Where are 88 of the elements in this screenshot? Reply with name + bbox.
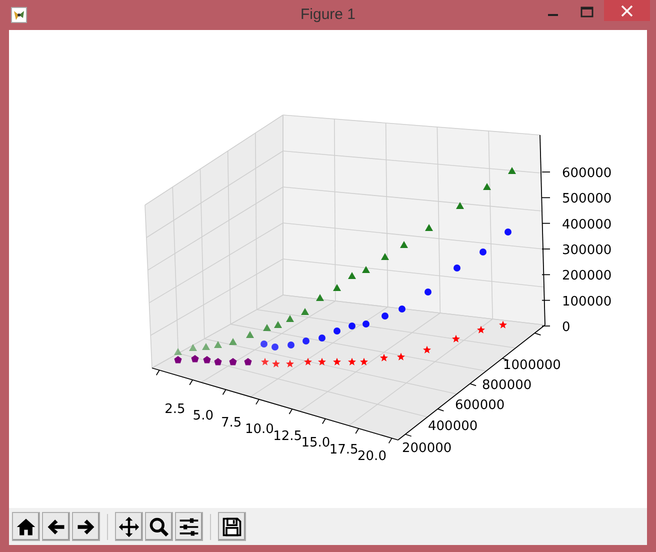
app-icon bbox=[11, 7, 27, 23]
triangle-marker bbox=[381, 253, 389, 260]
pan-button[interactable] bbox=[115, 512, 143, 541]
y-tick-label: 200000 bbox=[402, 441, 452, 456]
sliders-icon bbox=[178, 516, 200, 538]
triangle-marker bbox=[274, 321, 282, 328]
triangle-marker bbox=[316, 294, 324, 301]
z-tick-label: 100000 bbox=[562, 294, 612, 310]
star-marker bbox=[380, 354, 388, 362]
triangle-marker bbox=[263, 324, 271, 331]
star-marker bbox=[261, 358, 269, 366]
x-tick-label: 10.0 bbox=[244, 422, 274, 438]
triangle-marker bbox=[362, 266, 370, 273]
circle-marker bbox=[480, 248, 486, 256]
star-marker bbox=[477, 326, 485, 334]
home-button[interactable] bbox=[12, 512, 40, 541]
triangle-marker bbox=[400, 241, 408, 248]
pentagon-marker bbox=[244, 358, 252, 366]
y-tick-label: 1000000 bbox=[503, 358, 561, 373]
circle-marker bbox=[398, 306, 406, 312]
triangle-marker bbox=[286, 315, 294, 322]
star-marker bbox=[360, 358, 368, 366]
circle-marker bbox=[272, 344, 278, 350]
circle-marker bbox=[348, 322, 356, 330]
x-tick-label: 2.5 bbox=[164, 402, 186, 417]
close-button[interactable] bbox=[604, 0, 650, 21]
triangle-marker bbox=[229, 338, 237, 345]
circle-marker bbox=[504, 228, 512, 236]
forward-button[interactable] bbox=[72, 512, 100, 541]
window-title: Figure 1 bbox=[300, 6, 356, 23]
pentagon-marker bbox=[174, 356, 182, 364]
star-marker bbox=[286, 360, 294, 368]
triangle-marker bbox=[508, 167, 516, 174]
close-icon bbox=[621, 4, 633, 16]
circle-marker bbox=[260, 340, 268, 348]
triangle-marker bbox=[425, 224, 433, 231]
move-icon bbox=[118, 516, 140, 538]
circle-marker bbox=[302, 338, 310, 344]
triangle-marker bbox=[214, 341, 222, 348]
y-tick-label: 400000 bbox=[428, 419, 478, 434]
triangle-marker bbox=[483, 183, 491, 190]
z-tick-label: 600000 bbox=[562, 166, 612, 181]
x-tick-label: 15.0 bbox=[301, 436, 330, 451]
configure-button[interactable] bbox=[175, 512, 203, 541]
triangle-marker bbox=[246, 331, 254, 338]
search-icon bbox=[148, 516, 170, 538]
z-tick-label: 400000 bbox=[562, 217, 612, 232]
circle-marker bbox=[288, 342, 294, 348]
y-tick-label: 600000 bbox=[455, 398, 505, 413]
x-tick-label: 12.5 bbox=[273, 428, 302, 444]
triangle-marker bbox=[301, 308, 309, 315]
z-tick-label: 300000 bbox=[562, 243, 612, 258]
star-marker bbox=[499, 320, 507, 328]
z-tick-label: 500000 bbox=[562, 192, 612, 207]
y-tick-label: 800000 bbox=[482, 378, 532, 393]
triangle-marker bbox=[348, 272, 356, 279]
triangle-marker bbox=[174, 348, 182, 355]
triangle-marker bbox=[333, 284, 341, 291]
star-marker bbox=[272, 360, 280, 368]
star-marker bbox=[348, 358, 356, 366]
circle-marker bbox=[362, 320, 370, 328]
z-tick-label: 0 bbox=[562, 320, 570, 335]
circle-marker bbox=[382, 312, 388, 320]
x-tick-label: 5.0 bbox=[192, 408, 214, 424]
pentagon-marker bbox=[191, 355, 199, 362]
pentagon-marker bbox=[214, 358, 222, 366]
circle-marker bbox=[318, 334, 326, 342]
save-button[interactable] bbox=[218, 512, 246, 541]
triangle-marker bbox=[456, 202, 464, 209]
x-tick-label: 17.5 bbox=[329, 442, 358, 458]
circle-marker bbox=[334, 328, 340, 334]
back-button[interactable] bbox=[42, 512, 70, 541]
star-marker bbox=[452, 334, 460, 342]
triangle-marker bbox=[189, 344, 197, 351]
zoom-button[interactable] bbox=[145, 512, 173, 541]
circle-marker bbox=[424, 288, 432, 296]
x-tick-label: 20.0 bbox=[358, 449, 386, 464]
star-marker bbox=[304, 358, 312, 366]
z-tick-label: 200000 bbox=[562, 268, 612, 284]
star-marker bbox=[333, 358, 341, 366]
star-marker bbox=[423, 346, 431, 354]
pentagon-marker bbox=[229, 358, 237, 366]
triangle-marker bbox=[202, 343, 210, 350]
star-marker bbox=[318, 358, 326, 366]
circle-marker bbox=[454, 264, 460, 272]
x-tick-label: 7.5 bbox=[220, 415, 242, 430]
pentagon-marker bbox=[203, 356, 211, 364]
star-marker bbox=[397, 352, 405, 360]
